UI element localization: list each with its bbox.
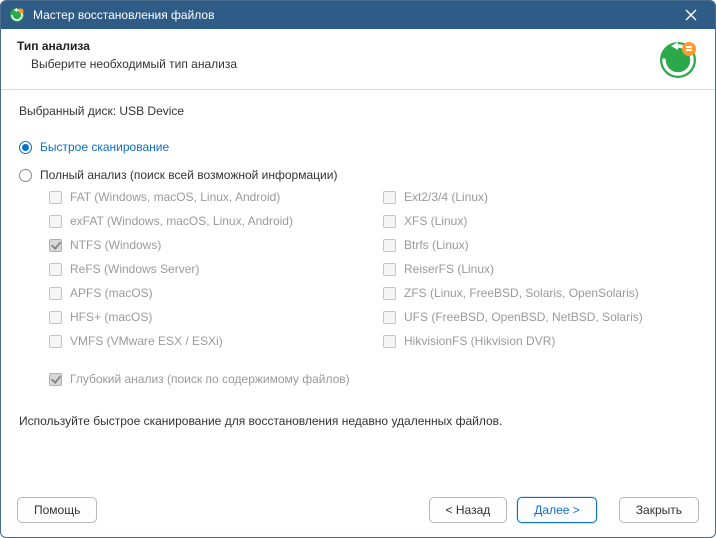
fs-checkbox-refs[interactable]: ReFS (Windows Server) [49, 262, 363, 276]
selected-disk-line: Выбранный диск: USB Device [19, 104, 697, 118]
fs-label: VMFS (VMware ESX / ESXi) [70, 334, 223, 348]
deep-analysis-label: Глубокий анализ (поиск по содержимому фа… [70, 372, 350, 386]
checkbox-icon [383, 287, 396, 300]
fs-label: ReFS (Windows Server) [70, 262, 199, 276]
fs-label: NTFS (Windows) [70, 238, 161, 252]
fs-label: HikvisionFS (Hikvision DVR) [404, 334, 555, 348]
back-button[interactable]: < Назад [429, 497, 508, 523]
help-button[interactable]: Помощь [17, 497, 97, 523]
fs-checkbox-vmfs[interactable]: VMFS (VMware ESX / ESXi) [49, 334, 363, 348]
fs-checkbox-hfs[interactable]: HFS+ (macOS) [49, 310, 363, 324]
checkbox-icon [49, 373, 62, 386]
fs-checkbox-hikvision[interactable]: HikvisionFS (Hikvision DVR) [383, 334, 697, 348]
fs-label: Btrfs (Linux) [404, 238, 469, 252]
radio-quick-scan[interactable]: Быстрое сканирование [19, 140, 697, 154]
wizard-window: Мастер восстановления файлов Тип анализа… [0, 0, 716, 538]
titlebar: Мастер восстановления файлов [1, 1, 715, 29]
fs-label: HFS+ (macOS) [70, 310, 152, 324]
window-title: Мастер восстановления файлов [33, 8, 675, 22]
fs-checkbox-ntfs[interactable]: NTFS (Windows) [49, 238, 363, 252]
next-button[interactable]: Далее > [517, 497, 597, 523]
fs-checkbox-exfat[interactable]: exFAT (Windows, macOS, Linux, Android) [49, 214, 363, 228]
fs-checkbox-btrfs[interactable]: Btrfs (Linux) [383, 238, 697, 252]
checkbox-icon [49, 263, 62, 276]
close-button[interactable]: Закрыть [619, 497, 699, 523]
radio-dot-icon [19, 169, 32, 182]
checkbox-icon [49, 335, 62, 348]
radio-full-analysis[interactable]: Полный анализ (поиск всей возможной инфо… [19, 168, 697, 182]
fs-label: UFS (FreeBSD, OpenBSD, NetBSD, Solaris) [404, 310, 643, 324]
page-subtitle: Выберите необходимый тип анализа [17, 57, 645, 71]
fs-label: FAT (Windows, macOS, Linux, Android) [70, 190, 280, 204]
wizard-header: Тип анализа Выберите необходимый тип ана… [1, 29, 715, 90]
checkbox-icon [383, 239, 396, 252]
wizard-icon [657, 39, 699, 81]
fs-checkbox-fat[interactable]: FAT (Windows, macOS, Linux, Android) [49, 190, 363, 204]
fs-label: APFS (macOS) [70, 286, 153, 300]
radio-full-label: Полный анализ (поиск всей возможной инфо… [40, 168, 337, 182]
wizard-footer: Помощь < Назад Далее > Закрыть [1, 485, 715, 537]
checkbox-icon [49, 215, 62, 228]
selected-disk-value: USB Device [119, 104, 184, 118]
hint-text: Используйте быстрое сканирование для вос… [19, 414, 697, 428]
checkbox-icon [383, 191, 396, 204]
app-icon [9, 7, 25, 23]
fs-checkbox-xfs[interactable]: XFS (Linux) [383, 214, 697, 228]
fs-label: ZFS (Linux, FreeBSD, Solaris, OpenSolari… [404, 286, 639, 300]
checkbox-icon [383, 263, 396, 276]
fs-checkbox-ufs[interactable]: UFS (FreeBSD, OpenBSD, NetBSD, Solaris) [383, 310, 697, 324]
fs-label: Ext2/3/4 (Linux) [404, 190, 488, 204]
fs-checkbox-ext[interactable]: Ext2/3/4 (Linux) [383, 190, 697, 204]
checkbox-icon [49, 287, 62, 300]
fs-checkbox-apfs[interactable]: APFS (macOS) [49, 286, 363, 300]
checkbox-icon [383, 215, 396, 228]
checkbox-icon [383, 311, 396, 324]
checkbox-icon [49, 311, 62, 324]
radio-quick-label: Быстрое сканирование [40, 140, 169, 154]
fs-label: exFAT (Windows, macOS, Linux, Android) [70, 214, 293, 228]
fs-checkbox-reiserfs[interactable]: ReiserFS (Linux) [383, 262, 697, 276]
checkbox-icon [49, 191, 62, 204]
filesystem-grid: FAT (Windows, macOS, Linux, Android) exF… [49, 190, 697, 348]
selected-disk-label: Выбранный диск: [19, 104, 116, 118]
checkbox-icon [49, 239, 62, 252]
fs-label: ReiserFS (Linux) [404, 262, 494, 276]
fs-checkbox-zfs[interactable]: ZFS (Linux, FreeBSD, Solaris, OpenSolari… [383, 286, 697, 300]
deep-analysis-checkbox[interactable]: Глубокий анализ (поиск по содержимому фа… [49, 372, 697, 386]
radio-dot-icon [19, 141, 32, 154]
wizard-content: Выбранный диск: USB Device Быстрое скани… [1, 90, 715, 485]
page-title: Тип анализа [17, 39, 645, 53]
fs-label: XFS (Linux) [404, 214, 467, 228]
checkbox-icon [383, 335, 396, 348]
close-icon[interactable] [675, 1, 707, 29]
